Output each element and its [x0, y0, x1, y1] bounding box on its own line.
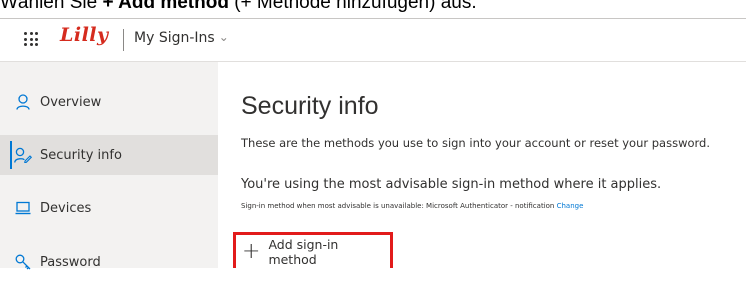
caption-suffix: (+ Methode hinzufügen) aus.	[228, 0, 477, 13]
fallback-method-text: Sign-in method when most advisable is un…	[241, 202, 583, 210]
sidebar-item-label: Security info	[40, 147, 122, 163]
app-window: Lilly My Sign-Ins ⌄ Overview Security in…	[0, 18, 746, 270]
change-method-link[interactable]: Change	[557, 202, 584, 210]
page-subtitle: These are the methods you use to sign in…	[241, 136, 711, 150]
app-title-menu[interactable]: My Sign-Ins ⌄	[134, 30, 229, 46]
sidebar-item-overview[interactable]: Overview	[0, 82, 218, 122]
sidebar-item-label: Password	[40, 254, 101, 270]
advisable-method-text: You're using the most advisable sign-in …	[241, 177, 662, 192]
sidebar-item-devices[interactable]: Devices	[0, 188, 218, 228]
chevron-down-icon: ⌄	[218, 30, 229, 44]
sidebar-item-security-info[interactable]: Security info	[0, 135, 218, 175]
top-bar: Lilly My Sign-Ins ⌄	[0, 19, 746, 62]
app-launcher-icon[interactable]	[24, 32, 38, 46]
caption-bold: + Add method	[102, 0, 229, 13]
add-method-label: Add sign-in method	[268, 236, 339, 267]
plus-icon: +	[242, 238, 261, 264]
sidebar-item-password[interactable]: Password	[0, 242, 218, 282]
sidebar-item-label: Devices	[40, 200, 92, 216]
sidebar: Overview Security info Devices Password	[0, 62, 218, 270]
person-icon	[14, 93, 32, 111]
lilly-logo[interactable]: Lilly	[60, 24, 109, 46]
app-title: My Sign-Ins	[134, 30, 215, 46]
key-icon	[14, 253, 32, 271]
fallback-method-label: Sign-in method when most advisable is un…	[241, 202, 555, 210]
instruction-caption: Wählen Sie + Add method (+ Methode hinzu…	[0, 0, 746, 15]
page-title: Security info	[241, 92, 379, 120]
header-divider	[123, 29, 124, 51]
security-info-icon	[14, 146, 32, 164]
sidebar-item-label: Overview	[40, 94, 102, 110]
main-content: Security info These are the methods you …	[218, 62, 746, 268]
add-sign-in-method-button[interactable]: + Add sign-in method	[233, 232, 393, 268]
caption-prefix: Wählen Sie	[0, 0, 103, 13]
laptop-icon	[14, 199, 32, 217]
